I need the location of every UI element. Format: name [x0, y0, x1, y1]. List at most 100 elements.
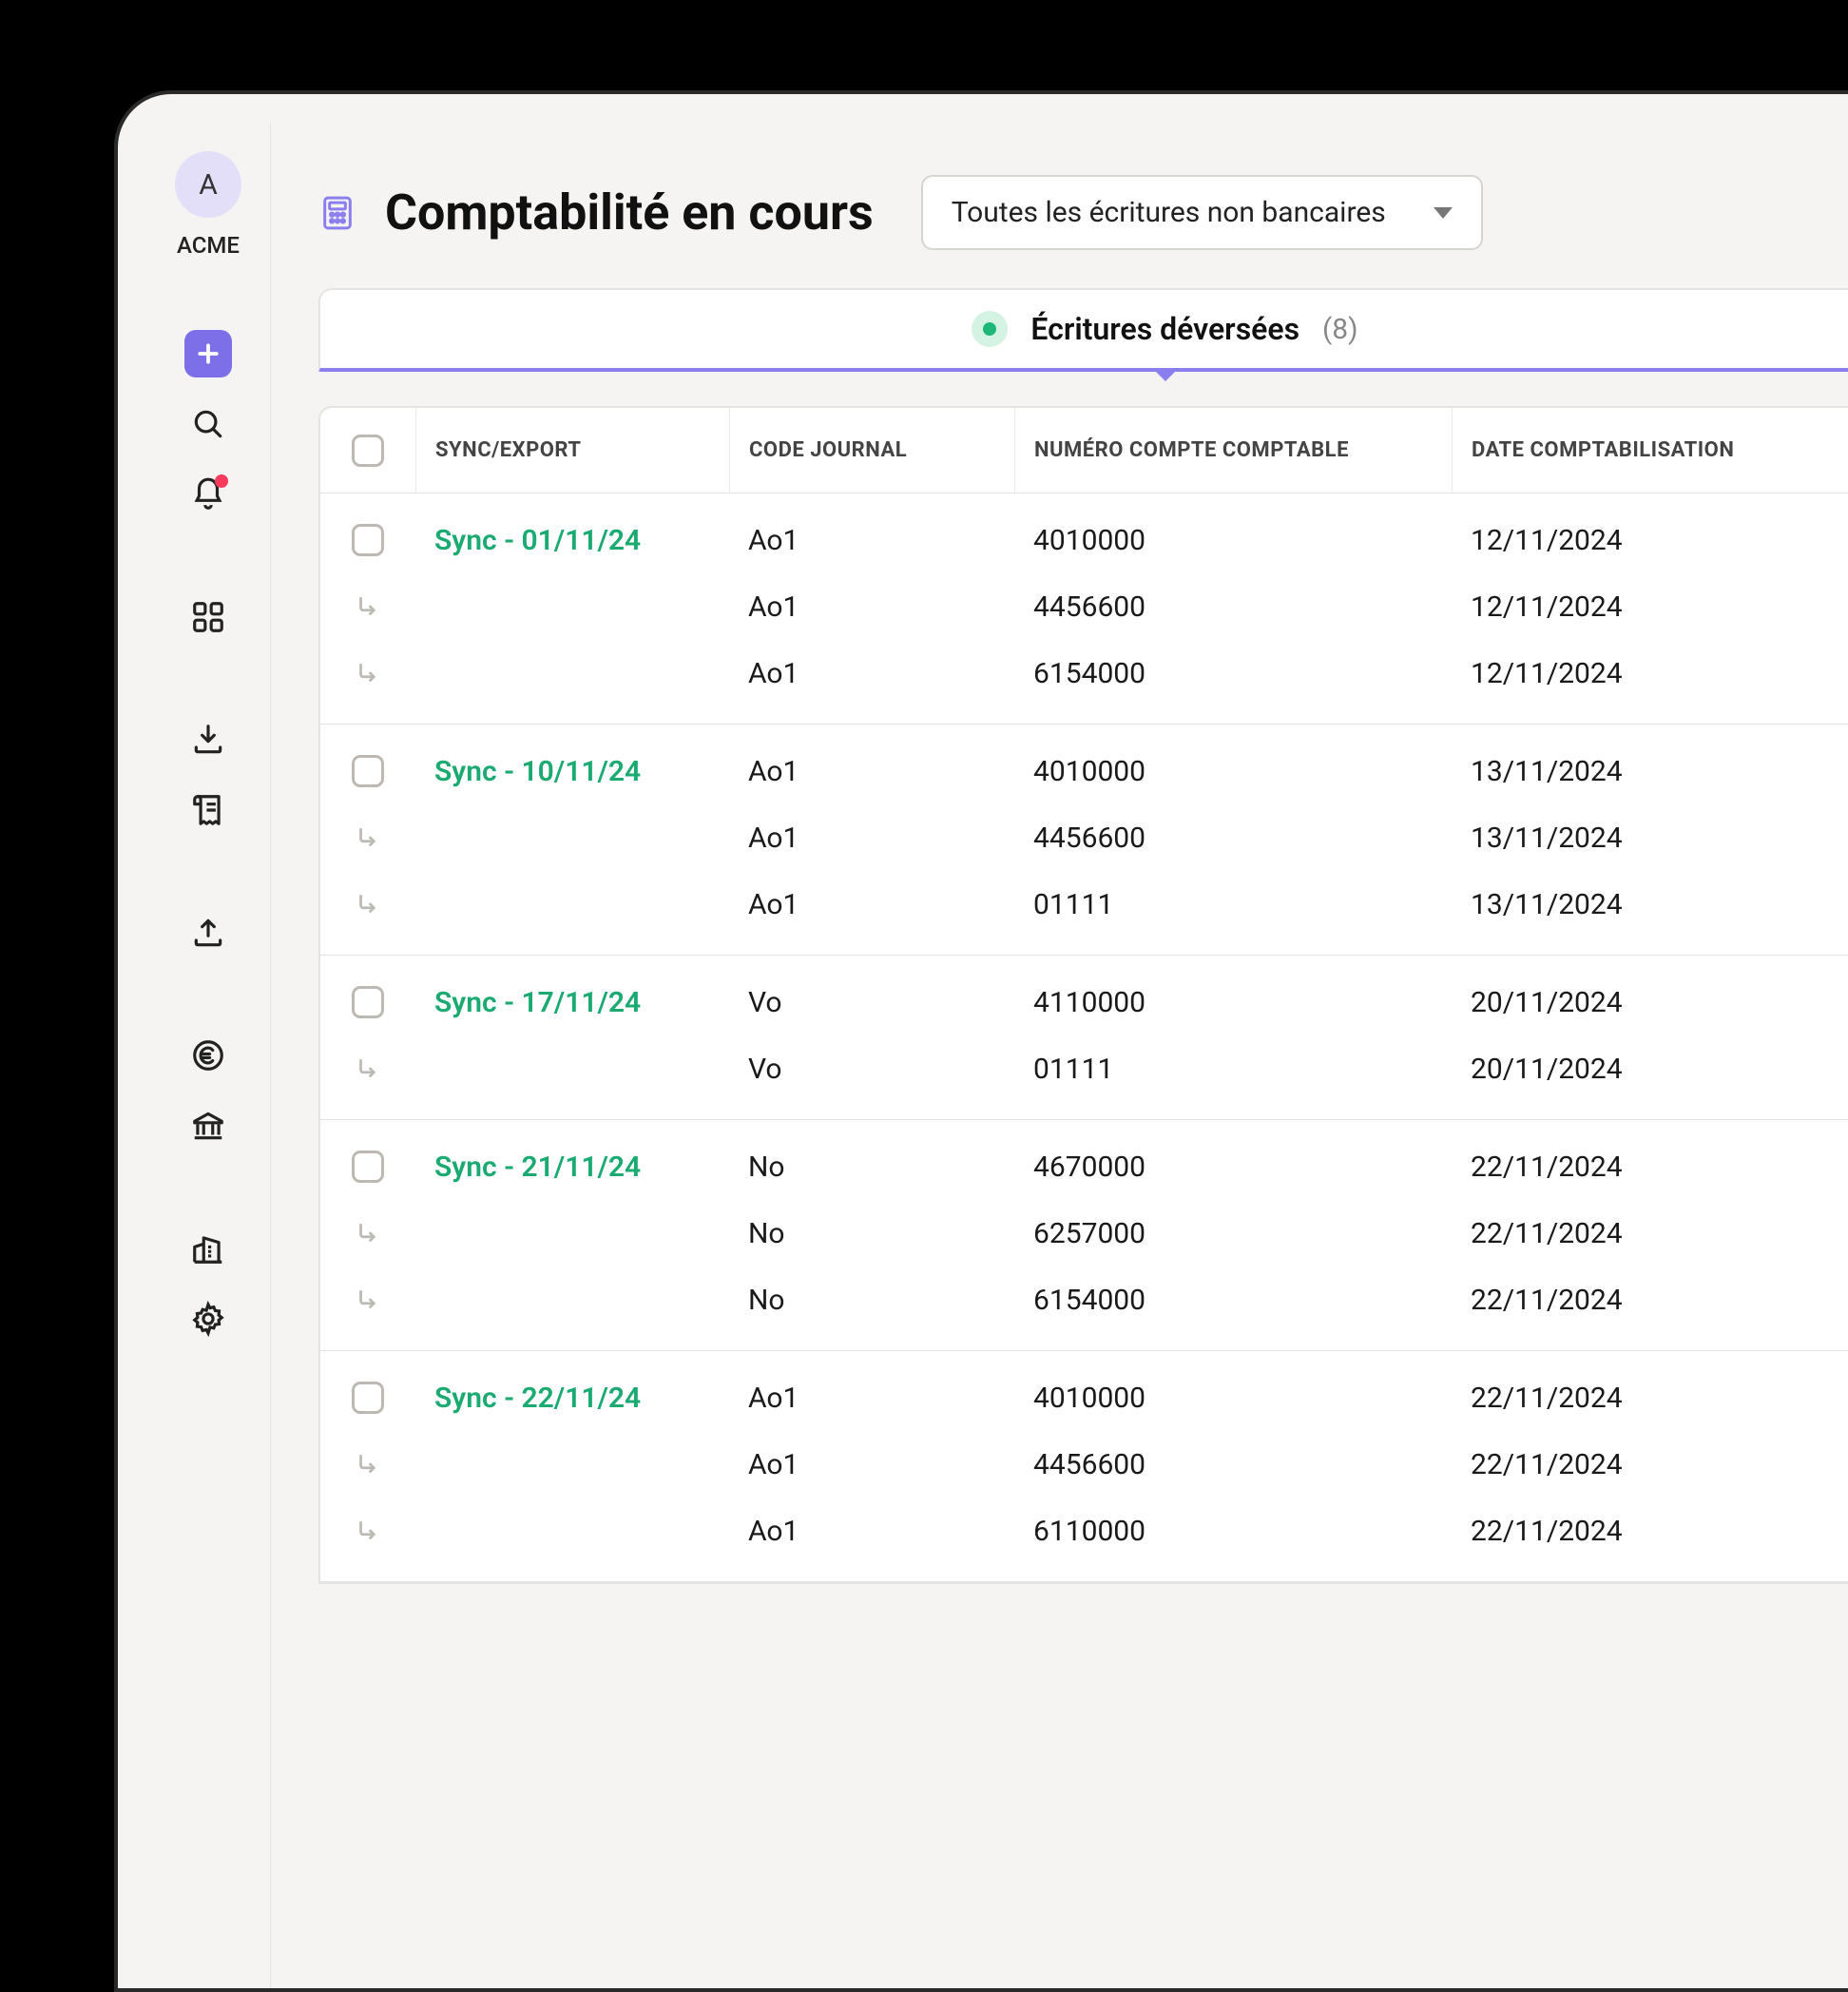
row-checkbox[interactable] — [352, 986, 384, 1018]
cell-account: 6154000 — [1014, 1284, 1452, 1317]
tab-active[interactable]: Écritures déversées (8) — [318, 288, 1848, 372]
table-row[interactable]: Sync - 22/11/24Ao1401000022/11/2024 — [320, 1364, 1848, 1431]
cell-date: 22/11/2024 — [1452, 1515, 1737, 1548]
search-button[interactable] — [184, 400, 232, 448]
col-journal[interactable]: CODE JOURNAL — [729, 408, 1014, 493]
device-frame: A ACME — [114, 90, 1848, 1992]
table-row[interactable]: No615400022/11/2024 — [320, 1267, 1848, 1333]
child-arrow-icon — [354, 1450, 382, 1479]
row-checkbox[interactable] — [352, 524, 384, 556]
download-icon — [190, 722, 226, 758]
table-group: Sync - 10/11/24Ao1401000013/11/2024Ao144… — [320, 725, 1848, 956]
nav-settings[interactable] — [184, 1295, 232, 1343]
sync-label: Sync - 21/11/24 — [434, 1151, 641, 1184]
nav-euro[interactable] — [184, 1032, 232, 1079]
table-row[interactable]: Ao1611000022/11/2024 — [320, 1498, 1848, 1564]
cell-checkbox — [320, 755, 415, 787]
table-group: Sync - 01/11/24Ao1401000012/11/2024Ao144… — [320, 493, 1848, 725]
child-arrow-icon — [354, 823, 382, 852]
table-row[interactable]: Ao1445660013/11/2024 — [320, 804, 1848, 871]
row-checkbox[interactable] — [352, 1151, 384, 1183]
add-button[interactable] — [184, 330, 232, 377]
nav-bank[interactable] — [184, 1102, 232, 1150]
col-checkbox — [320, 408, 415, 493]
cell-checkbox — [320, 1151, 415, 1183]
table-row[interactable]: No625700022/11/2024 — [320, 1200, 1848, 1267]
table-header: SYNC/EXPORT CODE JOURNAL NUMÉRO COMPTE C… — [320, 408, 1848, 493]
cell-date: 20/11/2024 — [1452, 1053, 1737, 1086]
chevron-down-icon — [1434, 207, 1453, 219]
cell-checkbox — [320, 1517, 415, 1545]
grid-icon — [190, 599, 226, 635]
cell-date: 20/11/2024 — [1452, 986, 1737, 1019]
cell-journal: No — [729, 1217, 1014, 1250]
cell-account: 4110000 — [1014, 986, 1452, 1019]
cell-date: 22/11/2024 — [1452, 1217, 1737, 1250]
row-checkbox[interactable] — [352, 755, 384, 787]
receipt-icon — [190, 792, 226, 828]
cell-account: 4456600 — [1014, 822, 1452, 855]
cell-date: 12/11/2024 — [1452, 657, 1737, 690]
notifications-button[interactable] — [184, 471, 232, 518]
cell-date: 13/11/2024 — [1452, 822, 1737, 855]
col-sync[interactable]: SYNC/EXPORT — [415, 408, 729, 493]
table-row[interactable]: Sync - 10/11/24 Ao1401000013/11/2024 — [320, 738, 1848, 804]
cell-account: 6110000 — [1014, 1515, 1452, 1548]
notification-dot — [215, 474, 228, 488]
table-body: Sync - 01/11/24Ao1401000012/11/2024Ao144… — [320, 493, 1848, 1582]
cell-account: 4010000 — [1014, 755, 1452, 788]
cell-sync: Sync - 01/11/24 — [415, 524, 729, 557]
cell-date: 12/11/2024 — [1452, 590, 1737, 624]
filter-dropdown[interactable]: Toutes les écritures non bancaires — [921, 175, 1483, 250]
table-row[interactable]: Vo0111120/11/2024 — [320, 1035, 1848, 1102]
cell-checkbox — [320, 524, 415, 556]
table-row[interactable]: Sync - 21/11/24No467000022/11/2024 — [320, 1133, 1848, 1200]
nav-download[interactable] — [184, 716, 232, 764]
cell-journal: Ao1 — [729, 524, 1014, 557]
gear-icon — [190, 1301, 226, 1337]
child-arrow-icon — [354, 1286, 382, 1314]
app-window: A ACME — [146, 123, 1848, 1988]
child-arrow-icon — [354, 1517, 382, 1545]
cell-checkbox — [320, 1219, 415, 1247]
table-row[interactable]: Ao1615400012/11/2024 — [320, 640, 1848, 706]
sync-label: Sync - 10/11/24 — [434, 755, 641, 788]
nav-upload[interactable] — [184, 909, 232, 957]
table-row[interactable]: Ao1445660022/11/2024 — [320, 1431, 1848, 1498]
cell-journal: Ao1 — [729, 657, 1014, 690]
org-avatar[interactable]: A — [175, 151, 241, 218]
page-title: Comptabilité en cours — [385, 184, 874, 242]
org-name: ACME — [177, 232, 240, 259]
sync-label: Sync - 22/11/24 — [434, 1382, 641, 1415]
page-header: Comptabilité en cours Toutes les écritur… — [318, 175, 1848, 250]
nav-apps[interactable] — [184, 593, 232, 641]
select-all-checkbox[interactable] — [352, 435, 384, 467]
table-row[interactable]: Ao10111113/11/2024 — [320, 871, 1848, 938]
cell-sync: Sync - 22/11/24 — [415, 1382, 729, 1415]
cell-date: 13/11/2024 — [1452, 755, 1737, 788]
table-group: Sync - 21/11/24No467000022/11/2024No6257… — [320, 1120, 1848, 1351]
row-checkbox[interactable] — [352, 1382, 384, 1414]
cell-date: 12/11/2024 — [1452, 524, 1737, 557]
table-row[interactable]: Sync - 17/11/24Vo411000020/11/2024 — [320, 969, 1848, 1035]
tab-label: Écritures déversées — [1030, 311, 1299, 347]
cell-sync: Sync - 21/11/24 — [415, 1151, 729, 1184]
col-date[interactable]: DATE COMPTABILISATION — [1452, 408, 1737, 493]
table-row[interactable]: Sync - 01/11/24Ao1401000012/11/2024 — [320, 507, 1848, 573]
nav-company[interactable] — [184, 1225, 232, 1272]
cell-account: 4670000 — [1014, 1151, 1452, 1184]
cell-journal: Ao1 — [729, 1515, 1014, 1548]
sync-label: Sync - 17/11/24 — [434, 986, 641, 1019]
nav-receipts[interactable] — [184, 786, 232, 834]
table-row[interactable]: Ao1445660012/11/2024 — [320, 573, 1848, 640]
col-account[interactable]: NUMÉRO COMPTE COMPTABLE — [1014, 408, 1452, 493]
child-arrow-icon — [354, 1219, 382, 1247]
child-arrow-icon — [354, 1054, 382, 1083]
table-group: Sync - 22/11/24Ao1401000022/11/2024Ao144… — [320, 1351, 1848, 1582]
cell-journal: Ao1 — [729, 590, 1014, 624]
cell-journal: No — [729, 1284, 1014, 1317]
cell-journal: Ao1 — [729, 755, 1014, 788]
cell-checkbox — [320, 1382, 415, 1414]
cell-date: 22/11/2024 — [1452, 1448, 1737, 1481]
child-arrow-icon — [354, 592, 382, 621]
